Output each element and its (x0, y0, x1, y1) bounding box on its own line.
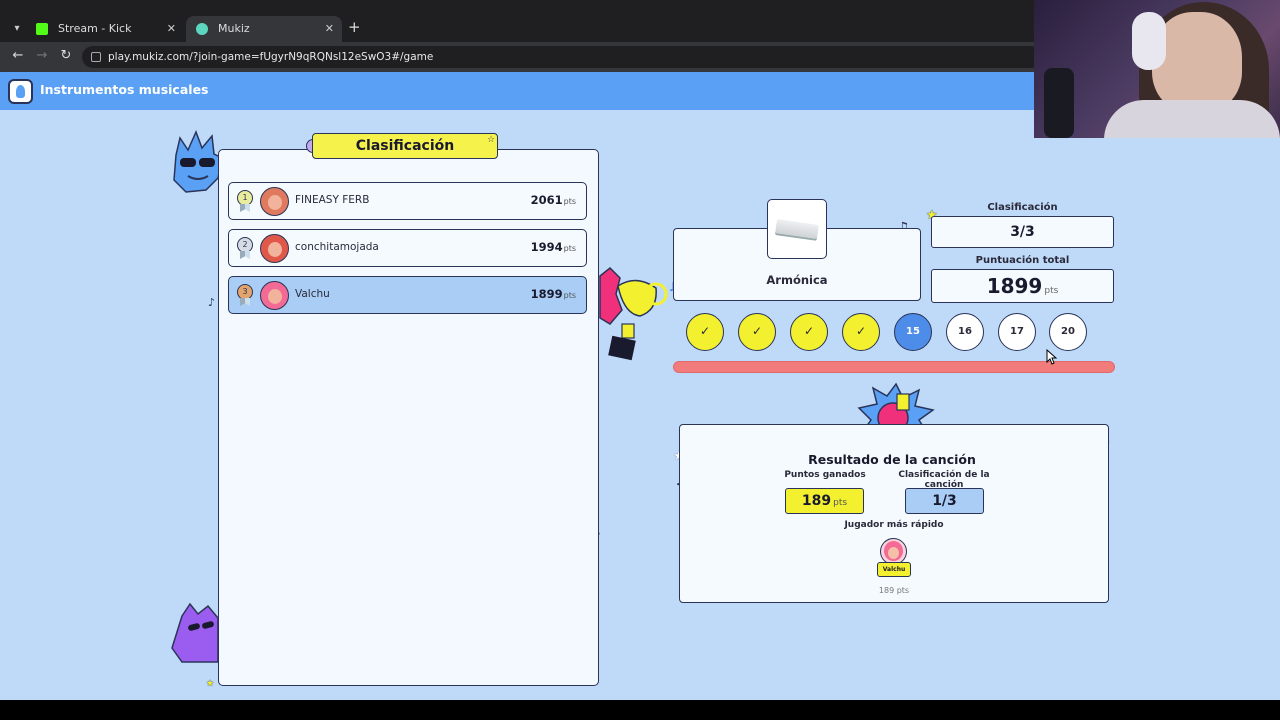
harmonica-icon (775, 219, 819, 239)
round-upcoming: 20 (1049, 313, 1087, 351)
player-score: 1899pts (530, 287, 576, 301)
tab-search-icon[interactable]: ▾ (8, 20, 26, 38)
round-done: ✓ (738, 313, 776, 351)
reload-icon[interactable]: ↻ (57, 48, 75, 63)
round-done: ✓ (686, 313, 724, 351)
trophy-monster-mascot-icon (599, 266, 668, 361)
avatar (260, 281, 289, 310)
leaderboard-title: Clasificación (312, 133, 498, 159)
player-score: 2061pts (530, 193, 576, 207)
instrument-image (767, 199, 827, 259)
song-result-title: Resultado de la canción (808, 452, 976, 467)
total-score-value: 1899 pts (931, 269, 1114, 303)
headphones-icon (1132, 12, 1166, 70)
gold-medal-icon: 1 (236, 190, 254, 212)
round-done: ✓ (790, 313, 828, 351)
round-upcoming: 17 (998, 313, 1036, 351)
silver-medal-icon: 2 (236, 237, 254, 259)
fastest-player-name: Valchu (877, 562, 911, 577)
player-name: FINEASY FERB (295, 194, 370, 206)
webcam-overlay (1034, 0, 1280, 138)
forward-arrow-icon[interactable]: → (33, 48, 51, 63)
close-tab-icon[interactable]: ✕ (325, 16, 334, 42)
total-score-label: Puntuación total (975, 255, 1070, 266)
url-text: play.mukiz.com/?join-game=fUgyrN9qRQNsl1… (108, 51, 434, 63)
star-outline-icon: ☆ (487, 135, 496, 145)
url-field[interactable]: play.mukiz.com/?join-game=fUgyrN9qRQNsl1… (82, 46, 1042, 68)
close-tab-icon[interactable]: ✕ (167, 16, 176, 42)
fastest-player-label: Jugador más rápido (844, 520, 944, 530)
microphone-icon (1044, 68, 1074, 138)
rank-value: 3/3 (931, 216, 1114, 248)
instrument-name: Armónica (766, 273, 828, 287)
app-title: Instrumentos musicales (40, 82, 209, 97)
kick-favicon-icon (36, 23, 48, 35)
tab-mukiz[interactable]: Mukiz ✕ (186, 16, 342, 42)
leaderboard-row-current-player: 3 Valchu 1899pts (228, 276, 587, 314)
site-info-icon[interactable] (91, 52, 101, 62)
star-decoration-icon: ★ (206, 679, 215, 689)
fastest-player-points: 189 pts (878, 586, 910, 595)
mukiz-logo-icon (8, 79, 33, 104)
song-rank-label: Clasificación de la canción (898, 470, 990, 490)
song-rank-value: 1/3 (905, 488, 984, 514)
round-current: 15 (894, 313, 932, 351)
purple-monster-mascot-icon (171, 602, 219, 663)
player-score: 1994pts (530, 240, 576, 254)
avatar (260, 234, 289, 263)
leaderboard-row: 1 FINEASY FERB 2061pts (228, 182, 587, 220)
avatar (260, 187, 289, 216)
bronze-medal-icon: 3 (236, 284, 254, 306)
fastest-player-avatar (880, 538, 907, 565)
round-upcoming: 16 (946, 313, 984, 351)
rank-label: Clasificación (987, 202, 1058, 213)
game-area: Instrumentos musicales ★ ★ ★ ★ ♫ ♪ ♪ ♪ ♪ (0, 72, 1280, 700)
points-earned-value: 189 pts (785, 488, 864, 514)
mukiz-favicon-icon (196, 23, 208, 35)
player-name: conchitamojada (295, 241, 379, 253)
tab-kick-dashboard[interactable]: Stream - Kick Dashboard ✕ (26, 16, 184, 61)
round-done: ✓ (842, 313, 880, 351)
mouse-cursor-icon (1046, 349, 1058, 365)
leaderboard-row: 2 conchitamojada 1994pts (228, 229, 587, 267)
player-name: Valchu (295, 288, 330, 300)
music-note-decoration-icon: ♪ (208, 296, 216, 309)
points-earned-label: Puntos ganados (784, 470, 866, 480)
tab-label: Mukiz (218, 22, 250, 35)
new-tab-icon[interactable]: + (348, 18, 361, 36)
back-arrow-icon[interactable]: ← (9, 48, 27, 63)
bottom-letterbox (0, 700, 1280, 720)
